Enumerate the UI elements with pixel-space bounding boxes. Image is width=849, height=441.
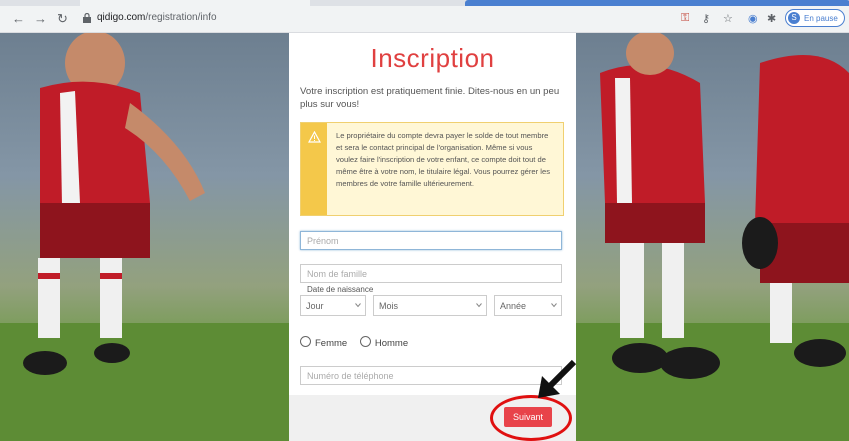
day-select-value: Jour: [306, 301, 324, 311]
forward-arrow-icon[interactable]: →: [34, 12, 47, 26]
chevron-down-icon: [476, 303, 482, 308]
extension-icon[interactable]: ◉: [748, 12, 758, 25]
chevron-down-icon: [551, 303, 557, 308]
registration-panel: Inscription Votre inscription est pratiq…: [289, 33, 576, 441]
last-name-input[interactable]: Nom de famille: [300, 264, 562, 283]
chevron-down-icon: [355, 303, 361, 308]
gender-male-label: Homme: [374, 338, 409, 349]
gender-female-label: Femme: [315, 338, 348, 349]
warning-box: Le propriétaire du compte devra payer le…: [300, 122, 564, 216]
page-title: Inscription: [370, 43, 495, 73]
day-select[interactable]: Jour: [300, 295, 366, 316]
radio-male[interactable]: [359, 336, 371, 347]
year-select[interactable]: Année: [494, 295, 562, 316]
puzzle-icon[interactable]: ✱: [767, 12, 776, 25]
gender-male-option[interactable]: Homme: [359, 336, 409, 349]
browser-toolbar: ← → ↻ qidigo.com/registration/info ⚿ ⚷ ☆…: [0, 0, 849, 33]
month-select-value: Mois: [379, 301, 399, 311]
avatar: S: [788, 12, 800, 24]
dob-label: Date de naissance: [307, 285, 374, 294]
gender-female-option[interactable]: Femme: [300, 336, 348, 349]
radio-female[interactable]: [300, 336, 311, 347]
first-name-input[interactable]: Prénom: [300, 231, 562, 250]
profile-status: En pause: [804, 13, 838, 23]
url-domain: qidigo.com: [97, 12, 146, 23]
back-arrow-icon[interactable]: ←: [12, 12, 25, 26]
phone-input[interactable]: Numéro de téléphone: [300, 366, 562, 385]
intro-text: Votre inscription est pratiquement finie…: [300, 86, 560, 110]
tab-inactive[interactable]: [80, 0, 310, 6]
warning-icon: [308, 131, 321, 143]
key-icon[interactable]: ⚷: [702, 12, 710, 25]
tab-active[interactable]: [465, 0, 849, 6]
annotation-arrow-icon: [538, 359, 577, 398]
url-path: /registration/info: [145, 12, 217, 23]
profile-button[interactable]: S En pause: [785, 9, 845, 27]
year-select-value: Année: [500, 301, 527, 311]
month-select[interactable]: Mois: [373, 295, 487, 316]
gender-radio-group: Femme Homme: [300, 336, 408, 349]
bookmark-star-icon[interactable]: ☆: [723, 12, 733, 25]
address-bar[interactable]: qidigo.com/registration/info: [97, 12, 217, 23]
reload-icon[interactable]: ↻: [57, 12, 68, 26]
warning-text: Le propriétaire du compte devra payer le…: [336, 131, 550, 188]
password-key-icon[interactable]: ⚿: [681, 12, 689, 25]
tab-strip: [0, 0, 849, 6]
lock-icon[interactable]: [83, 13, 91, 23]
